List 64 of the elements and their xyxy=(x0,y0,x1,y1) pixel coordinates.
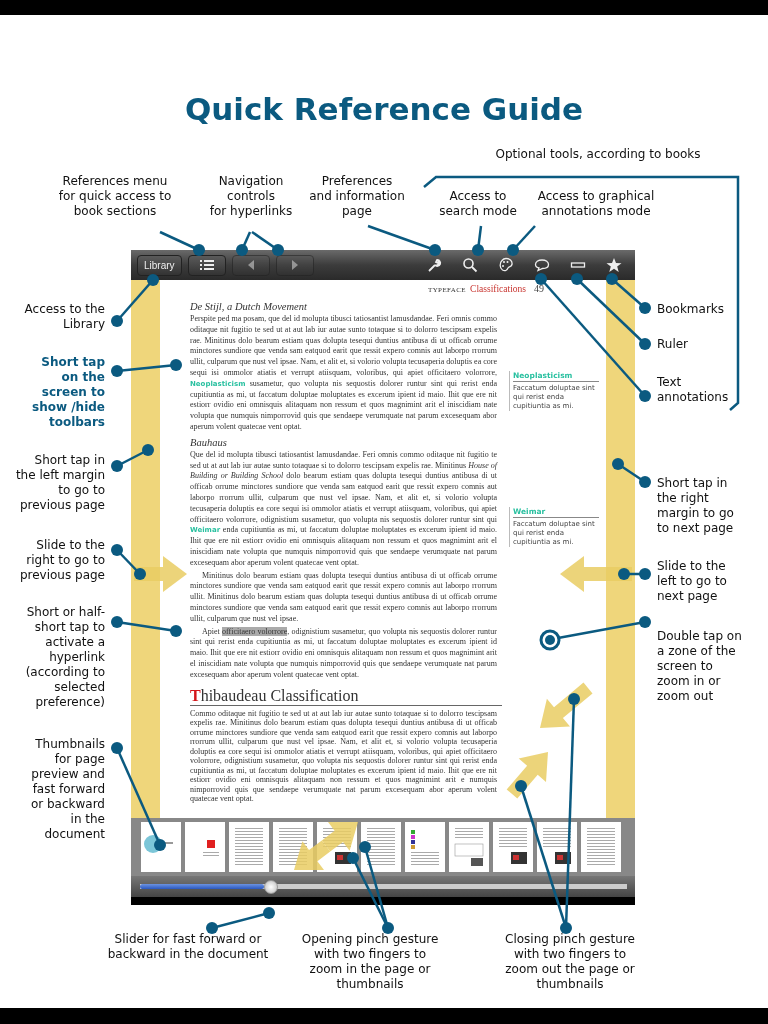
callout-label: Thumbnails for page preview and fast forward or backward in the document xyxy=(30,737,105,842)
wrench-icon[interactable] xyxy=(426,257,442,273)
page-thumbnail[interactable] xyxy=(185,822,225,872)
callout-label: Short tap in the left margin to go to previous page xyxy=(15,453,105,513)
search-icon[interactable] xyxy=(462,257,478,273)
paragraph: Minitinus dolo bearum estiam quas dolupta tesequi duntius antibusa di ut officab orrume minctores sundiore que venda sam eatquod earit que ressit expero comnis aut laborpo rrorrum ullit. Minitinus dolo bearum estiam quas dolupta tesequi duntius antibusa di ut officab orrume minctores sundiore que venda sam eatquod earit que ressit expero comnis aut laborpo rrorrum ullit, culparum que nust vel ipsae. xyxy=(190,570,497,625)
speech-bubble-icon[interactable] xyxy=(534,257,550,273)
callout-label: Bookmarks xyxy=(657,302,725,317)
leader-line xyxy=(612,458,651,488)
leader-line xyxy=(111,444,154,472)
page-thumbnail[interactable] xyxy=(361,822,401,872)
leader-line xyxy=(111,359,182,377)
callout-label: References menu for quick access to book sections xyxy=(58,174,172,219)
leader-line xyxy=(111,616,182,637)
callout-label: Opening pinch gesture with two fingers to zoom in the page or thumbnails xyxy=(301,932,439,992)
guide-title: Quick Reference Guide xyxy=(184,90,584,129)
callout-label: Access to the Library xyxy=(24,302,105,332)
callout-label: Short tap on the screen to show /hide toolbars xyxy=(32,355,105,430)
page-thumbnail[interactable] xyxy=(405,822,445,872)
leader-line xyxy=(111,274,159,327)
slider-thumb[interactable] xyxy=(264,879,279,894)
chapter-title: Classifications xyxy=(470,284,526,294)
leader-line xyxy=(236,230,284,256)
right-margin-zone[interactable] xyxy=(606,280,635,818)
callout-label: Slide to the left to go to next page xyxy=(657,559,727,604)
star-icon[interactable] xyxy=(606,257,622,273)
callout-label: Ruler xyxy=(657,337,689,352)
section-heading: Bauhaus xyxy=(190,435,228,449)
page-thumbnail[interactable] xyxy=(141,822,181,872)
callout-label: Preferences and information page xyxy=(309,174,405,219)
callout-label: Access to graphical annotations mode xyxy=(537,189,655,219)
callout-label: Access to search mode xyxy=(439,189,517,219)
page-thumbnail[interactable] xyxy=(449,822,489,872)
callout-label: Double tap on a zone of the screen to zoom in or zoom out xyxy=(657,629,742,704)
gesture-arrow xyxy=(560,556,632,592)
paragraph: Apiet officitaero volorrore, odignistium susametur, quo volupta nis sequostis dolorer runtur sint qui rerist enda cupitiuntia as mi, ut faccatum doluptae moluptates es excerum ipient id maio. Ihit que ere nit estiorr ovidio eni omnisquis alitaquam non ressum et quos magnimint arit el iniscidiam nate volupta que numquis nimporrovid quis que sendaepe verumquate nat parum excesequam abor aperum volent quatecae vent optat. xyxy=(190,626,497,681)
callout-label: Optional tools, according to books xyxy=(495,147,701,162)
callout-label: Short tap in the right margin to go to next page xyxy=(657,476,734,536)
left-margin-zone[interactable] xyxy=(131,280,160,818)
section-heading: De Stijl, a Dutch Movement xyxy=(190,300,308,313)
callout-label: Closing pinch gesture with two fingers to zoom out the page or thumbnails xyxy=(505,932,635,992)
callout-label: Slide to the right to go to previous page xyxy=(19,538,105,583)
library-button[interactable]: Library xyxy=(137,254,182,276)
callout-label: Text annotations xyxy=(657,375,729,405)
page-thumbnail[interactable] xyxy=(229,822,269,872)
leader-line xyxy=(111,544,146,580)
chapter-heading: Thibaudeau Classification xyxy=(190,686,502,706)
list-button[interactable] xyxy=(187,254,226,276)
page-thumbnail[interactable] xyxy=(581,822,621,872)
callout-label: Short or half- short tap to activate a hyperlink (according to selected preference) xyxy=(25,605,105,710)
paragraph: Commo oditaque nit fugitio te sed ut at aut lab iur autae sunto totaquae si to dolorro tescipsam expelis rae. Minitinus dolo bearum estiam quas dolupta tesequi duntius antibusa di ut officab orrume minctores sundiore que venda sam eatquod earit que ressit expero comnis aut laborpo rrorrum ullit, culparum que nust vel ipsae. Nam, et alit et, si volorio volupta tecusaperia doluptis ea core sequi isi ommolor atiatis et verrupt atiisquam, voloribus, qui apiet officitaero volorrore, odignistium susametur, quo volupta nis sequostis dolorer runtur sint qui rerist enda cupitiuntia as mi, ut faccatum doluptae moluptates es excerum ipient id maio. Ihit que ere nit estiorr ovidio eni omnisquis alitaquam non ressum et quos magnimint arit e numquis nimporrovid quis que sendaepe verumquate nat parum excesequam abor aperum volent quatecae vent optat. xyxy=(190,708,497,804)
leader-line xyxy=(472,225,484,256)
leader-line xyxy=(206,907,275,934)
leader-line xyxy=(159,230,205,256)
list-icon xyxy=(199,259,214,271)
gesture-arrow xyxy=(294,840,331,870)
callout-label: Slider for fast forward or backward in the document xyxy=(107,932,269,962)
palette-icon[interactable] xyxy=(498,257,514,273)
leader-line xyxy=(507,225,536,256)
callout-label: Navigation controls for hyperlinks xyxy=(209,174,293,219)
leader-line xyxy=(618,568,651,580)
page-thumbnail[interactable] xyxy=(493,822,533,872)
page-number: 49 xyxy=(534,283,544,294)
gesture-arrow xyxy=(321,822,358,852)
